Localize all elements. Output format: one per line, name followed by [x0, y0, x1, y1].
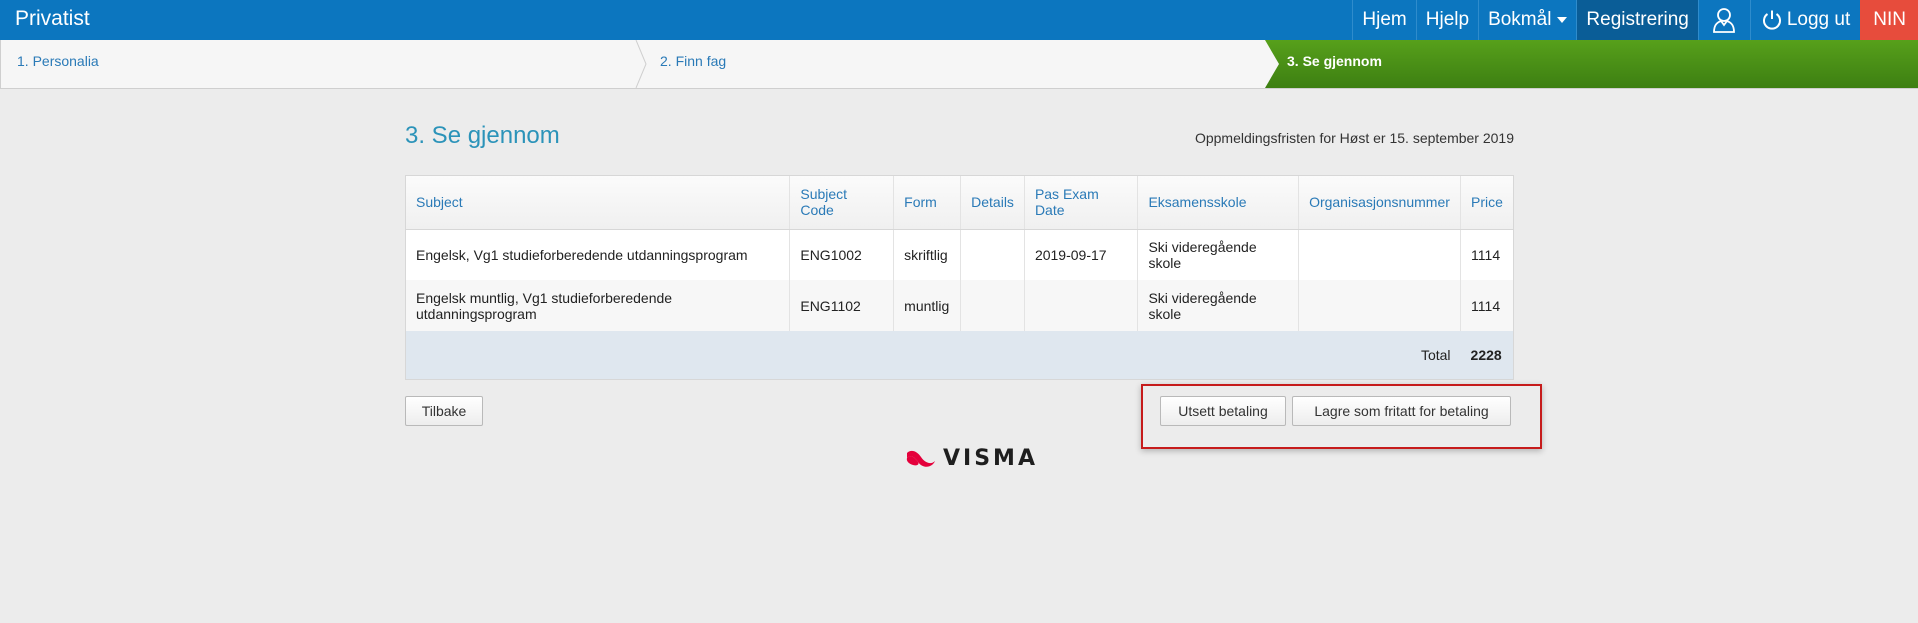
visma-logo-mark — [906, 450, 935, 467]
cell-date: 2019-09-17 — [1024, 229, 1139, 280]
col-details[interactable]: Details — [960, 176, 1025, 230]
cell-form: skriftlig — [893, 229, 962, 280]
visma-logo: VISMA — [905, 445, 1038, 471]
nav-registration[interactable]: Registrering — [1576, 0, 1698, 40]
table-row: Engelsk muntlig, Vg1 studieforberedende … — [406, 280, 1513, 331]
col-exam-school[interactable]: Eksamensskole — [1137, 176, 1300, 230]
page-title: 3. Se gjennom — [405, 122, 560, 149]
col-form[interactable]: Form — [893, 176, 962, 230]
cell-price: 1114 — [1460, 229, 1513, 280]
power-icon — [1762, 10, 1781, 30]
back-button[interactable]: Tilbake — [405, 396, 483, 426]
step-find-subjects[interactable]: 2. Finn fag — [640, 40, 1265, 88]
total-row: Total 2228 — [406, 331, 1513, 379]
visma-logo-text: VISMA — [943, 445, 1038, 471]
nav-menu: Hjem Hjelp Bokmål Registrering Logg ut N… — [1352, 0, 1918, 40]
nin-badge[interactable]: NIN — [1860, 0, 1918, 40]
logout-label: Logg ut — [1786, 9, 1851, 30]
step-personalia[interactable]: 1. Personalia — [0, 40, 640, 88]
subjects-table: Subject Subject Code Form Details Pas Ex… — [405, 175, 1514, 380]
language-dropdown[interactable]: Bokmål — [1478, 0, 1576, 40]
col-exam-date[interactable]: Pas Exam Date — [1024, 176, 1139, 230]
save-exempt-payment-button[interactable]: Lagre som fritatt for betaling — [1292, 396, 1511, 426]
table-header-row: Subject Subject Code Form Details Pas Ex… — [406, 176, 1513, 230]
cell-subject: Engelsk, Vg1 studieforberedende utdannin… — [406, 229, 791, 280]
nav-home[interactable]: Hjem — [1352, 0, 1415, 40]
cell-code: ENG1002 — [789, 229, 895, 280]
cell-school: Ski videregående skole — [1137, 280, 1300, 331]
cell-details — [960, 229, 1025, 280]
col-subject-code[interactable]: Subject Code — [789, 176, 895, 230]
cell-code: ENG1102 — [789, 280, 895, 331]
wizard-steps: 1. Personalia 2. Finn fag 3. Se gjennom — [0, 40, 1918, 89]
registration-deadline: Oppmeldingsfristen for Høst er 15. septe… — [1194, 130, 1514, 146]
cell-details — [960, 280, 1025, 331]
cell-date — [1024, 280, 1139, 331]
table-row: Engelsk, Vg1 studieforberedende utdannin… — [406, 229, 1513, 280]
col-org-number[interactable]: Organisasjonsnummer — [1298, 176, 1462, 230]
cell-org — [1298, 280, 1462, 331]
top-navbar: Privatist Hjem Hjelp Bokmål Registrering… — [0, 0, 1918, 40]
col-subject[interactable]: Subject — [406, 176, 791, 230]
logout-button[interactable]: Logg ut — [1749, 0, 1860, 40]
total-label: Total — [406, 331, 1461, 379]
brand-title[interactable]: Privatist — [15, 0, 90, 40]
cell-subject: Engelsk muntlig, Vg1 studieforberedende … — [406, 280, 791, 331]
total-value: 2228 — [1460, 331, 1513, 379]
user-icon — [1713, 8, 1736, 33]
cell-form: muntlig — [893, 280, 962, 331]
postpone-payment-button[interactable]: Utsett betaling — [1160, 396, 1286, 426]
step-review-active: 3. Se gjennom — [1265, 40, 1918, 88]
user-profile-button[interactable] — [1697, 0, 1750, 40]
cell-school: Ski videregående skole — [1137, 229, 1300, 280]
col-price[interactable]: Price — [1460, 176, 1513, 230]
cell-org — [1298, 229, 1462, 280]
nav-help[interactable]: Hjelp — [1415, 0, 1478, 40]
cell-price: 1114 — [1460, 280, 1513, 331]
language-label: Bokmål — [1488, 9, 1552, 30]
